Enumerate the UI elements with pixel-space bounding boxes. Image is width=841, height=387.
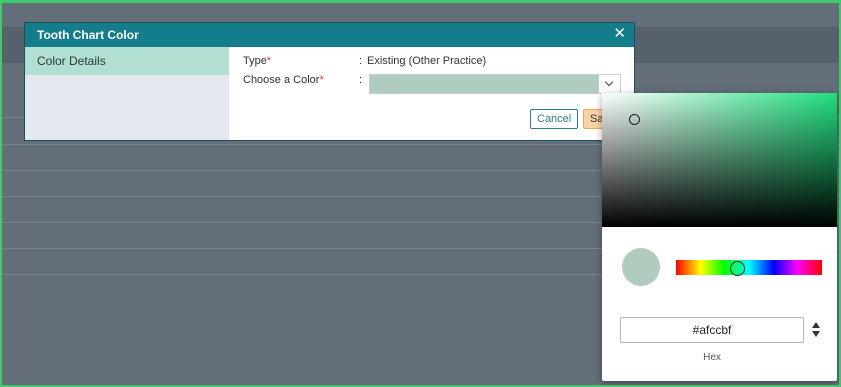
hue-slider-handle[interactable] [730,261,745,276]
saturation-handle[interactable] [629,114,640,125]
type-separator: : [359,55,363,67]
tooth-chart-color-dialog: Tooth Chart Color ✕ Color Details Type* … [24,22,635,141]
type-label: Type* [243,55,272,67]
choose-color-separator: : [359,74,363,86]
dialog-sidebar: Color Details [25,47,229,140]
hex-input[interactable] [620,317,804,343]
type-value: Existing (Other Practice) [367,55,487,67]
choose-color-label: Choose a Color* [243,74,324,86]
hue-slider[interactable] [676,260,822,275]
color-preview-swatch [622,248,660,286]
sidebar-item-color-details[interactable]: Color Details [25,47,229,75]
dialog-header: Tooth Chart Color ✕ [25,23,634,47]
required-mark: * [319,74,324,86]
color-select[interactable] [369,74,621,94]
caret-down-icon [812,331,820,337]
color-mode-toggle[interactable] [811,320,823,340]
color-picker-popover: Hex [602,93,837,381]
app-frame: Tooth Chart Color ✕ Color Details Type* … [0,0,841,387]
color-mode-label: Hex [703,352,721,363]
picker-caret [602,86,616,93]
caret-up-icon [812,322,820,328]
close-icon[interactable]: ✕ [613,25,626,43]
dialog-title: Tooth Chart Color [37,28,139,42]
chevron-down-icon [604,77,614,87]
cancel-button[interactable]: Cancel [530,109,579,129]
required-mark: * [266,55,272,67]
saturation-brightness-area[interactable] [602,93,837,227]
